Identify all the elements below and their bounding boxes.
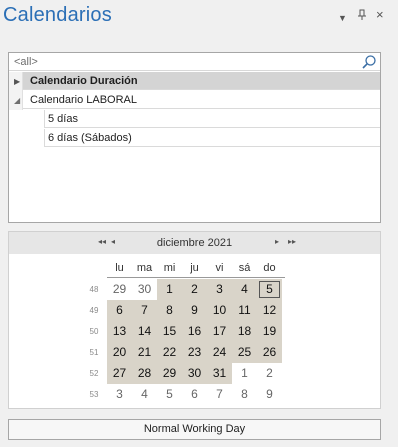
calendar-day[interactable]: 8 <box>157 300 182 321</box>
calendar-day[interactable]: 25 <box>232 342 257 363</box>
tree-item-label: 5 días <box>48 113 78 125</box>
calendar-day[interactable]: 9 <box>182 300 207 321</box>
calendar-day[interactable]: 1 <box>157 279 182 300</box>
next-year-icon[interactable]: ▸▸ <box>288 237 296 246</box>
expand-arrow-icon[interactable]: ▶ <box>14 77 20 86</box>
weekday-header: ma <box>136 262 153 274</box>
tree-item-6-dias[interactable]: 6 días (Sábados) <box>44 129 380 147</box>
calendar-day[interactable]: 15 <box>157 321 182 342</box>
week-number: 49 <box>89 306 99 315</box>
calendar-header: ◂◂ ◂ diciembre 2021 ▸ ▸▸ <box>9 232 380 254</box>
calendar-day[interactable]: 22 <box>157 342 182 363</box>
calendar-day-other-month[interactable]: 2 <box>257 363 282 384</box>
calendar-day[interactable]: 29 <box>157 363 182 384</box>
calendar-day[interactable]: 6 <box>107 300 132 321</box>
collapse-arrow-icon[interactable]: ◢ <box>14 96 20 105</box>
pin-icon-glyph <box>358 9 366 20</box>
weekday-header: sá <box>238 262 251 274</box>
weekday-header: vi <box>215 262 224 274</box>
calendar-day-other-month[interactable]: 30 <box>132 279 157 300</box>
calendar-day[interactable]: 30 <box>182 363 207 384</box>
calendar-day-other-month[interactable]: 6 <box>182 384 207 405</box>
calendar-day[interactable]: 10 <box>207 300 232 321</box>
weekday-header: lu <box>115 262 124 274</box>
calendar-tree: <all> Calendario Duración Calendario LAB… <box>8 52 381 223</box>
search-icon[interactable] <box>361 54 377 70</box>
calendar-day[interactable]: 2 <box>182 279 207 300</box>
pane-title: Calendarios <box>3 4 112 26</box>
calendar-day-other-month[interactable]: 8 <box>232 384 257 405</box>
weekday-header: ju <box>190 262 199 274</box>
week-number: 50 <box>89 327 99 336</box>
calendar-day[interactable]: 16 <box>182 321 207 342</box>
calendar-day[interactable]: 17 <box>207 321 232 342</box>
weekday-header: do <box>263 262 276 274</box>
calendar-day-other-month[interactable]: 1 <box>232 363 257 384</box>
calendar-day[interactable]: 24 <box>207 342 232 363</box>
next-month-icon[interactable]: ▸ <box>275 237 279 246</box>
pane-header: Calendarios ▼ × <box>0 0 398 36</box>
calendar-day[interactable]: 27 <box>107 363 132 384</box>
calendar-day[interactable]: 7 <box>132 300 157 321</box>
week-number: 53 <box>89 390 99 399</box>
calendar-day[interactable]: 28 <box>132 363 157 384</box>
tree-item-label: Calendario LABORAL <box>30 94 138 106</box>
day-type-status: Normal Working Day <box>8 419 381 440</box>
calendar-day[interactable]: 11 <box>232 300 257 321</box>
month-label: diciembre 2021 <box>156 237 233 249</box>
close-icon[interactable]: × <box>376 8 384 22</box>
calendar-day[interactable]: 3 <box>207 279 232 300</box>
calendar-day-other-month[interactable]: 3 <box>107 384 132 405</box>
pin-icon[interactable] <box>357 9 367 25</box>
calendar-day[interactable]: 19 <box>257 321 282 342</box>
calendar-day[interactable]: 26 <box>257 342 282 363</box>
calendar-day[interactable]: 21 <box>132 342 157 363</box>
filter-input[interactable]: <all> <box>14 56 38 68</box>
calendar-day[interactable]: 14 <box>132 321 157 342</box>
calendar-day-other-month[interactable]: 4 <box>132 384 157 405</box>
calendar-day[interactable]: 20 <box>107 342 132 363</box>
calendar-day[interactable]: 31 <box>207 363 232 384</box>
calendar-day[interactable]: 4 <box>232 279 257 300</box>
filter-row[interactable]: <all> <box>9 53 380 71</box>
calendar-day-other-month[interactable]: 29 <box>107 279 132 300</box>
weekday-divider <box>107 277 285 278</box>
pane-menu-icon[interactable]: ▼ <box>338 11 347 25</box>
tree-item-label: 6 días (Sábados) <box>48 132 132 144</box>
calendar-day[interactable]: 5 <box>257 279 282 300</box>
week-number: 48 <box>89 285 99 294</box>
tree-item-label: Calendario Duración <box>30 75 138 87</box>
calendar-day-other-month[interactable]: 7 <box>207 384 232 405</box>
tree-item-calendario-duracion[interactable]: Calendario Duración <box>9 72 380 90</box>
calendar-day-other-month[interactable]: 5 <box>157 384 182 405</box>
week-number: 52 <box>89 369 99 378</box>
calendar-day[interactable]: 13 <box>107 321 132 342</box>
tree-item-calendario-laboral[interactable]: Calendario LABORAL <box>9 91 380 109</box>
calendar-day[interactable]: 18 <box>232 321 257 342</box>
calendar-day[interactable]: 12 <box>257 300 282 321</box>
weekday-header: mi <box>163 262 176 274</box>
calendar-day-other-month[interactable]: 9 <box>257 384 282 405</box>
tree-item-5-dias[interactable]: 5 días <box>44 110 380 128</box>
calendar-day[interactable]: 23 <box>182 342 207 363</box>
month-calendar: ◂◂ ◂ diciembre 2021 ▸ ▸▸ lu ma mi ju vi sá do … <box>8 231 381 409</box>
week-number: 51 <box>89 348 99 357</box>
